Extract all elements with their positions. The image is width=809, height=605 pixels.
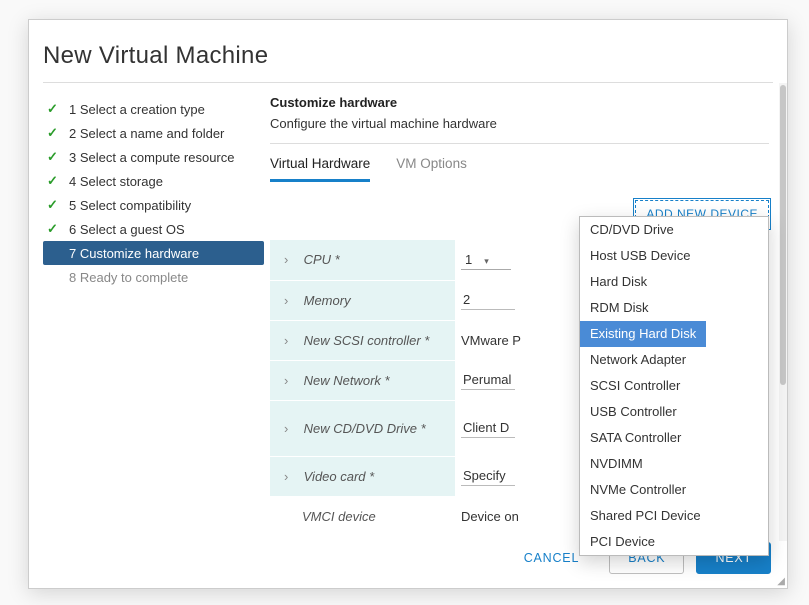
section-separator <box>270 143 769 144</box>
check-icon: ✓ <box>47 221 61 237</box>
chevron-right-icon: › <box>284 421 294 436</box>
dialog-title: New Virtual Machine <box>29 20 787 82</box>
dd-item-sata-controller[interactable]: SATA Controller <box>580 425 768 451</box>
check-icon: ✓ <box>47 197 61 213</box>
wizard-step-3[interactable]: ✓ 3 Select a compute resource <box>43 145 264 169</box>
row-label[interactable]: › Memory <box>270 280 455 320</box>
row-label[interactable]: › CPU * <box>270 240 455 280</box>
chevron-right-icon: › <box>284 469 294 484</box>
wizard-step-2[interactable]: ✓ 2 Select a name and folder <box>43 121 264 145</box>
wizard-step-4[interactable]: ✓ 4 Select storage <box>43 169 264 193</box>
dd-item-usb-controller[interactable]: USB Controller <box>580 399 768 425</box>
check-icon: ✓ <box>47 125 61 141</box>
dd-item-scsi-controller[interactable]: SCSI Controller <box>580 373 768 399</box>
dd-item-rdm-disk[interactable]: RDM Disk <box>580 295 768 321</box>
wizard-step-label: 7 Customize hardware <box>69 246 199 261</box>
check-icon: ✓ <box>47 149 61 165</box>
chevron-right-icon: › <box>284 252 294 267</box>
chevron-right-icon: › <box>284 293 294 308</box>
wizard-step-8: ✓ 8 Ready to complete <box>43 265 264 289</box>
dd-item-host-usb[interactable]: Host USB Device <box>580 243 768 269</box>
check-icon: ✓ <box>47 101 61 117</box>
wizard-nav: ✓ 1 Select a creation type ✓ 2 Select a … <box>29 83 264 541</box>
wizard-step-label: 6 Select a guest OS <box>69 222 185 237</box>
dd-item-pci-device[interactable]: PCI Device <box>580 529 768 555</box>
scrollbar-track[interactable] <box>779 83 787 541</box>
dd-item-nvdimm[interactable]: NVDIMM <box>580 451 768 477</box>
vmci-value: Device on <box>461 509 519 524</box>
row-label[interactable]: › New Network * <box>270 360 455 400</box>
wizard-step-label: 8 Ready to complete <box>69 270 188 285</box>
wizard-step-5[interactable]: ✓ 5 Select compatibility <box>43 193 264 217</box>
video-select[interactable]: Specify <box>461 466 515 486</box>
row-label-text: CPU * <box>304 252 340 267</box>
row-label-text: Video card * <box>304 469 375 484</box>
wizard-step-6[interactable]: ✓ 6 Select a guest OS <box>43 217 264 241</box>
new-vm-dialog: New Virtual Machine ✓ 1 Select a creatio… <box>28 19 788 589</box>
memory-input[interactable]: 2 <box>461 290 515 310</box>
check-icon: ✓ <box>47 173 61 189</box>
wizard-step-label: 1 Select a creation type <box>69 102 205 117</box>
wizard-step-label: 4 Select storage <box>69 174 163 189</box>
dd-item-shared-pci[interactable]: Shared PCI Device <box>580 503 768 529</box>
row-label-text: New Network * <box>304 373 390 388</box>
chevron-right-icon: › <box>284 333 294 348</box>
resize-handle-icon[interactable] <box>773 574 783 584</box>
network-select[interactable]: Perumal <box>461 370 515 390</box>
add-device-dropdown: CD/DVD Drive Host USB Device Hard Disk R… <box>579 216 769 556</box>
dd-item-nvme-controller[interactable]: NVMe Controller <box>580 477 768 503</box>
section-subtitle: Configure the virtual machine hardware <box>270 116 769 131</box>
row-label-text: Memory <box>304 293 351 308</box>
wizard-step-1[interactable]: ✓ 1 Select a creation type <box>43 97 264 121</box>
row-label: VMCI device <box>270 496 455 536</box>
tab-vm-options[interactable]: VM Options <box>396 156 467 182</box>
row-label[interactable]: › Video card * <box>270 456 455 496</box>
row-label-text: VMCI device <box>302 509 376 524</box>
wizard-step-label: 3 Select a compute resource <box>69 150 234 165</box>
tab-virtual-hardware[interactable]: Virtual Hardware <box>270 156 370 182</box>
scrollbar-thumb[interactable] <box>780 85 786 385</box>
row-label-text: New CD/DVD Drive * <box>304 421 426 436</box>
dd-item-cdrom[interactable]: CD/DVD Drive <box>580 217 768 243</box>
section-title: Customize hardware <box>270 95 769 110</box>
dd-item-hard-disk[interactable]: Hard Disk <box>580 269 768 295</box>
scsi-value: VMware P <box>461 333 521 348</box>
cpu-select[interactable]: 1 <box>461 250 511 270</box>
row-label[interactable]: › New SCSI controller * <box>270 320 455 360</box>
dd-item-existing-hard-disk[interactable]: Existing Hard Disk <box>580 321 706 347</box>
wizard-step-label: 5 Select compatibility <box>69 198 191 213</box>
row-label-text: New SCSI controller * <box>304 333 430 348</box>
tabs: Virtual Hardware VM Options <box>270 156 769 182</box>
chevron-right-icon: › <box>284 373 294 388</box>
cdrom-select[interactable]: Client D <box>461 418 515 438</box>
dd-item-network-adapter[interactable]: Network Adapter <box>580 347 768 373</box>
wizard-step-7[interactable]: ✓ 7 Customize hardware <box>43 241 264 265</box>
row-label[interactable]: › New CD/DVD Drive * <box>270 400 455 456</box>
content-pane: Customize hardware Configure the virtual… <box>264 83 787 541</box>
wizard-step-label: 2 Select a name and folder <box>69 126 224 141</box>
